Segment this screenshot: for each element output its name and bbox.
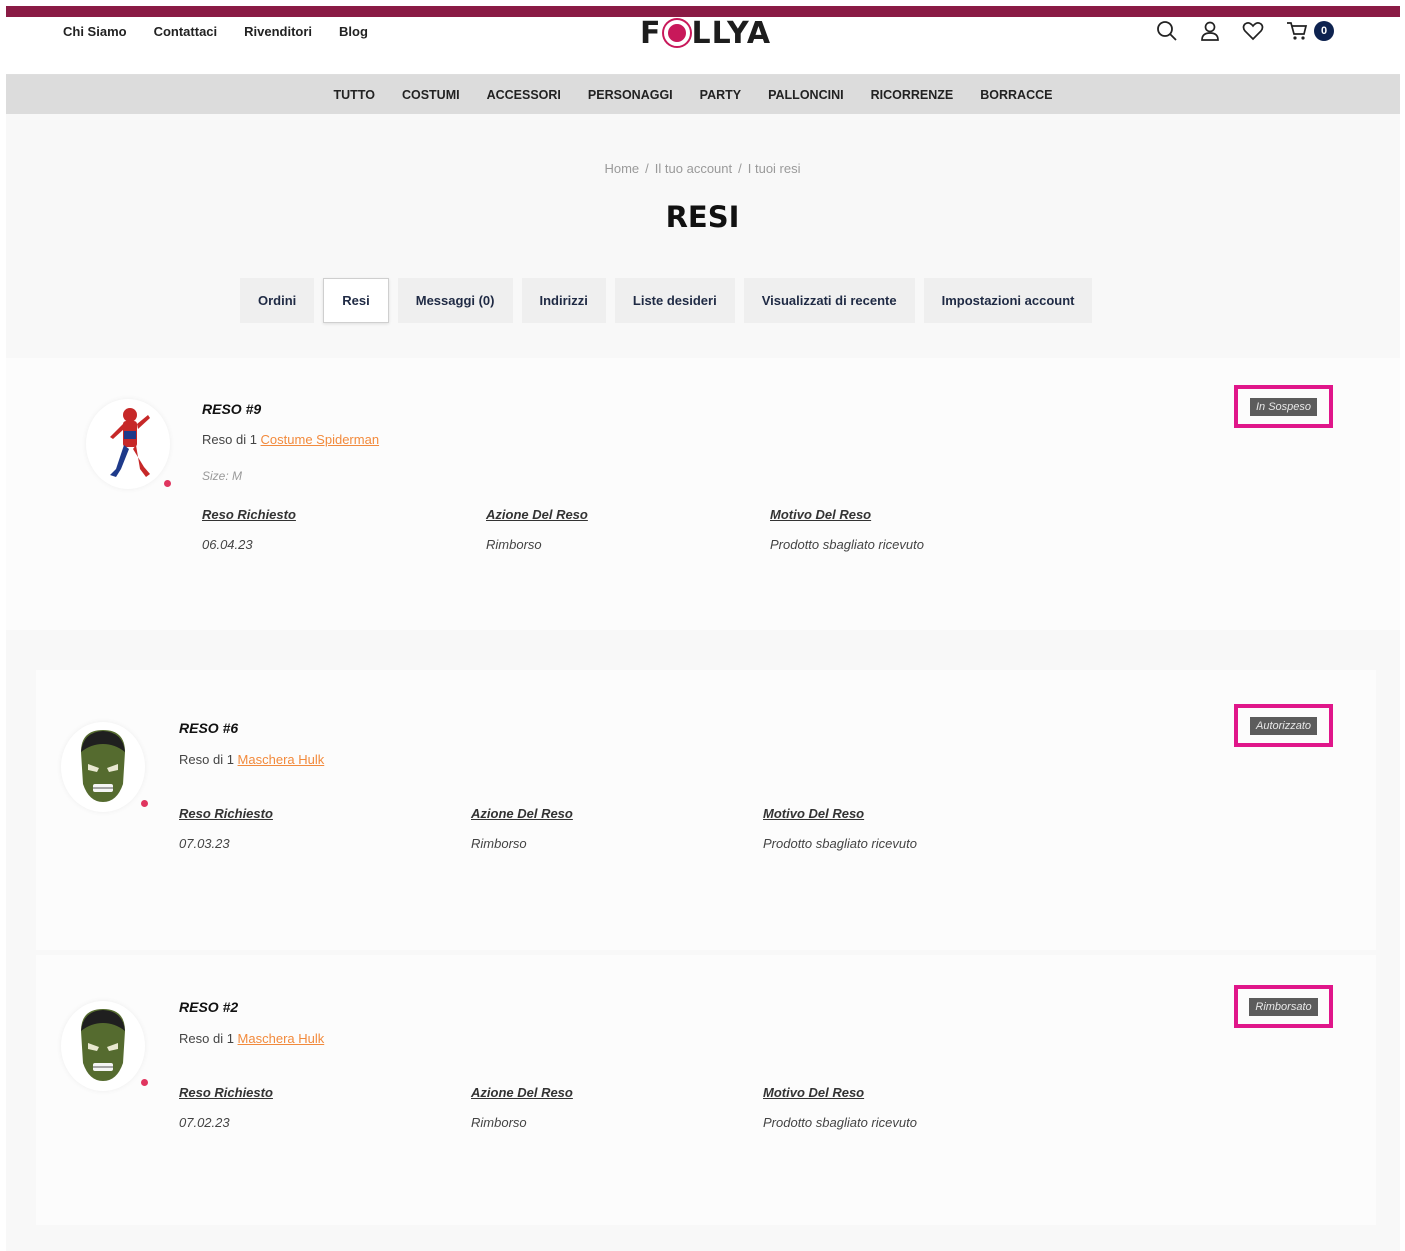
breadcrumb-current: I tuoi resi: [747, 161, 801, 176]
logo-swirl-icon: [663, 20, 690, 46]
value-reso-richiesto: 07.03.23: [179, 836, 230, 851]
product-thumbnail[interactable]: [61, 1001, 145, 1091]
cart-button[interactable]: 0: [1286, 20, 1334, 42]
tab-resi[interactable]: Resi: [323, 278, 389, 323]
search-icon[interactable]: [1156, 20, 1178, 42]
value-motivo-del-reso: Prodotto sbagliato ricevuto: [770, 537, 924, 552]
breadcrumb: Home / Il tuo account / I tuoi resi: [0, 161, 1405, 176]
header-icons: 0: [1156, 20, 1334, 42]
decorative-dot: [164, 480, 171, 487]
nav-party[interactable]: PARTY: [700, 88, 741, 102]
tab-ordini[interactable]: Ordini: [240, 278, 315, 323]
return-product-line: Reso di 1 Maschera Hulk: [179, 752, 324, 767]
breadcrumb-separator: /: [738, 161, 742, 176]
account-tabs: Ordini Resi Messaggi (0) Indirizzi Liste…: [240, 278, 1093, 323]
status-highlight: Rimborsato: [1234, 985, 1333, 1028]
label-reso-richiesto: Reso Richiesto: [179, 1085, 273, 1100]
breadcrumb-separator: /: [645, 161, 649, 176]
breadcrumb-home[interactable]: Home: [604, 161, 639, 176]
page-title: RESI: [665, 200, 740, 234]
hulk-mask-icon: [81, 1009, 125, 1081]
label-reso-richiesto: Reso Richiesto: [179, 806, 273, 821]
product-link[interactable]: Maschera Hulk: [238, 752, 325, 767]
product-link[interactable]: Maschera Hulk: [238, 1031, 325, 1046]
return-prefix: Reso di 1: [202, 432, 257, 447]
link-chi-siamo[interactable]: Chi Siamo: [63, 24, 127, 39]
label-reso-richiesto: Reso Richiesto: [202, 507, 296, 522]
product-thumbnail[interactable]: [86, 399, 170, 489]
site-logo[interactable]: F LLYA: [640, 16, 771, 51]
value-motivo-del-reso: Prodotto sbagliato ricevuto: [763, 1115, 917, 1130]
user-icon[interactable]: [1200, 20, 1220, 42]
return-product-line: Reso di 1 Maschera Hulk: [179, 1031, 324, 1046]
decorative-dot: [141, 800, 148, 807]
logo-text-left: F: [640, 16, 662, 51]
value-motivo-del-reso: Prodotto sbagliato ricevuto: [763, 836, 917, 851]
value-reso-richiesto: 07.02.23: [179, 1115, 230, 1130]
value-reso-richiesto: 06.04.23: [202, 537, 253, 552]
nav-costumi[interactable]: COSTUMI: [402, 88, 460, 102]
nav-palloncini[interactable]: PALLONCINI: [768, 88, 843, 102]
spiderman-costume-icon: [110, 408, 150, 477]
nav-personaggi[interactable]: PERSONAGGI: [588, 88, 673, 102]
status-badge: Rimborsato: [1249, 997, 1318, 1016]
tab-liste-desideri[interactable]: Liste desideri: [614, 278, 735, 323]
status-badge: In Sospeso: [1249, 397, 1318, 416]
heart-icon[interactable]: [1242, 21, 1264, 41]
status-badge: Autorizzato: [1249, 716, 1318, 735]
logo-text-right: LLYA: [691, 16, 772, 51]
link-contattaci[interactable]: Contattaci: [154, 24, 218, 39]
nav-tutto[interactable]: TUTTO: [334, 88, 375, 102]
nav-borracce[interactable]: BORRACCE: [980, 88, 1052, 102]
tab-visualizzati-di-recente[interactable]: Visualizzati di recente: [743, 278, 915, 323]
product-thumbnail[interactable]: [61, 722, 145, 812]
nav-accessori[interactable]: ACCESSORI: [487, 88, 561, 102]
label-motivo-del-reso: Motivo Del Reso: [763, 1085, 865, 1100]
link-rivenditori[interactable]: Rivenditori: [244, 24, 312, 39]
label-azione-del-reso: Azione Del Reso: [471, 1085, 573, 1100]
product-link[interactable]: Costume Spiderman: [261, 432, 380, 447]
return-product-line: Reso di 1 Costume Spiderman: [202, 432, 379, 447]
label-motivo-del-reso: Motivo Del Reso: [763, 806, 865, 821]
link-blog[interactable]: Blog: [339, 24, 368, 39]
category-nav: TUTTO COSTUMI ACCESSORI PERSONAGGI PARTY…: [6, 75, 1400, 114]
tab-impostazioni-account[interactable]: Impostazioni account: [923, 278, 1093, 323]
return-title: RESO #6: [179, 720, 239, 736]
label-azione-del-reso: Azione Del Reso: [471, 806, 573, 821]
return-card: [6, 358, 1400, 630]
decorative-dot: [141, 1079, 148, 1086]
nav-ricorrenze[interactable]: RICORRENZE: [871, 88, 954, 102]
label-azione-del-reso: Azione Del Reso: [486, 507, 588, 522]
tab-indirizzi[interactable]: Indirizzi: [521, 278, 606, 323]
return-title: RESO #2: [179, 999, 239, 1015]
status-highlight: Autorizzato: [1234, 704, 1333, 747]
cart-count-badge: 0: [1314, 21, 1334, 41]
return-prefix: Reso di 1: [179, 1031, 234, 1046]
value-azione-del-reso: Rimborso: [486, 537, 542, 552]
tab-messaggi[interactable]: Messaggi (0): [397, 278, 513, 323]
return-title: RESO #9: [202, 401, 262, 417]
value-azione-del-reso: Rimborso: [471, 836, 527, 851]
product-size: Size: M: [202, 469, 243, 483]
cart-icon: [1286, 20, 1308, 42]
hulk-mask-icon: [81, 730, 125, 802]
breadcrumb-account[interactable]: Il tuo account: [655, 161, 732, 176]
top-links: Chi Siamo Contattaci Rivenditori Blog: [63, 24, 368, 39]
label-motivo-del-reso: Motivo Del Reso: [770, 507, 872, 522]
value-azione-del-reso: Rimborso: [471, 1115, 527, 1130]
return-prefix: Reso di 1: [179, 752, 234, 767]
status-highlight: In Sospeso: [1234, 385, 1333, 428]
